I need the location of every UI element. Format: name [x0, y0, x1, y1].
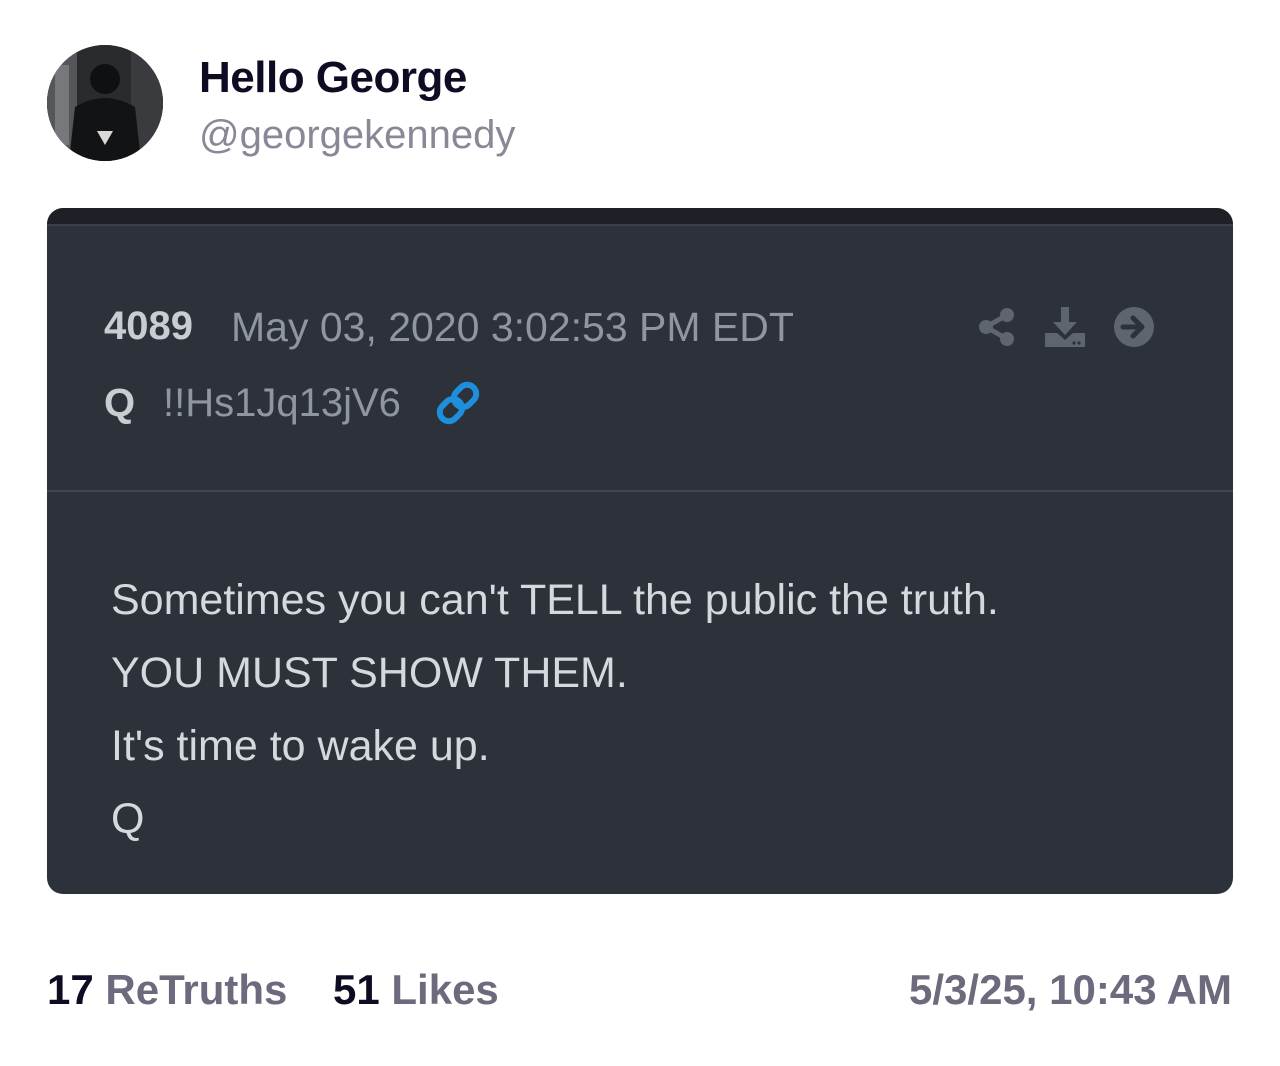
post-line: Sometimes you can't TELL the public the … [111, 576, 999, 624]
download-icon[interactable] [1043, 305, 1087, 349]
likes-count: 51 [333, 966, 380, 1013]
author-display-name[interactable]: Hello George [199, 53, 467, 103]
poster-name: Q [104, 381, 136, 425]
likes-label: Likes [391, 966, 499, 1013]
retruths-label: ReTruths [105, 966, 288, 1013]
avatar-photo [47, 45, 163, 161]
post-line: YOU MUST SHOW THEM. [111, 649, 628, 697]
author-handle[interactable]: @georgekennedy [199, 113, 515, 158]
embedded-post-card: 4089 May 03, 2020 3:02:53 PM EDT Q !!Hs1… [47, 208, 1233, 894]
arrow-right-circle-icon[interactable] [1112, 305, 1156, 349]
post-date: May 03, 2020 3:02:53 PM EDT [231, 304, 794, 350]
post-number: 4089 [104, 304, 193, 348]
retruths-count: 17 [47, 966, 94, 1013]
retruths-stat[interactable]: 17 ReTruths [47, 966, 287, 1014]
likes-stat[interactable]: 51 Likes [333, 966, 499, 1014]
embedded-post-header: 4089 May 03, 2020 3:02:53 PM EDT Q !!Hs1… [47, 224, 1233, 492]
post-timestamp: 5/3/25, 10:43 AM [909, 966, 1232, 1013]
post-line: Q [111, 795, 145, 843]
embedded-post-body: Sometimes you can't TELL the public the … [111, 564, 999, 856]
avatar[interactable] [47, 45, 163, 161]
poster-tripcode: !!Hs1Jq13jV6 [163, 381, 401, 425]
post-line: It's time to wake up. [111, 722, 490, 770]
link-icon[interactable] [433, 378, 483, 428]
share-icon[interactable] [975, 305, 1019, 349]
